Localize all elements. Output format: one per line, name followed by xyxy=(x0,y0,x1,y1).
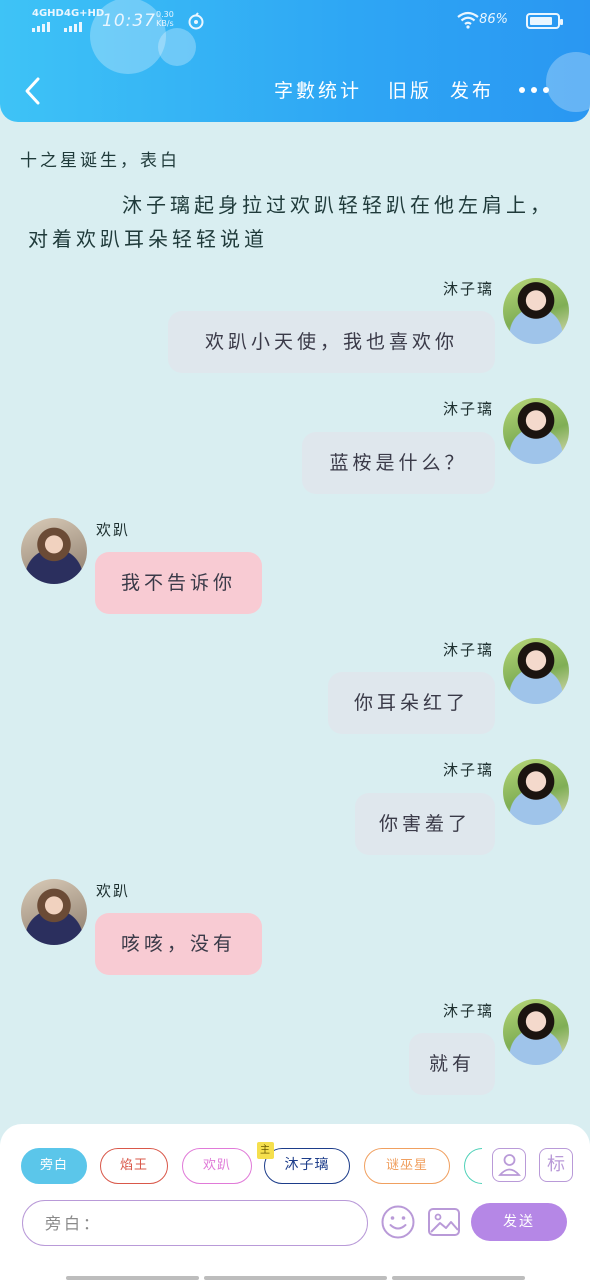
net-speed-value: 0.30 xyxy=(156,10,174,19)
sender-name: 沐子璃 xyxy=(442,280,494,298)
signal-label-2: 4G+HD xyxy=(64,8,105,19)
mark-button[interactable]: 标 xyxy=(539,1148,573,1182)
net-speed: 0.30 KB/s xyxy=(156,10,174,28)
emoji-button[interactable] xyxy=(380,1204,416,1240)
avatar[interactable] xyxy=(503,278,569,344)
top-bar: 4GHD 4G+HD 10:37 0.30 KB/s 86% 字數统计 旧版 发… xyxy=(0,0,590,122)
role-chip-label: 欢趴 xyxy=(202,1158,231,1173)
battery-fill xyxy=(530,17,552,25)
role-chip-label: 焰王 xyxy=(119,1158,148,1173)
role-chip[interactable]: 主 沐子璃 xyxy=(257,1142,350,1184)
image-icon xyxy=(428,1208,460,1236)
signal-bars-2-icon xyxy=(64,22,82,32)
avatar[interactable] xyxy=(21,879,87,945)
sender-name: 沐子璃 xyxy=(442,1002,494,1020)
avatar[interactable] xyxy=(503,398,569,464)
message-bubble[interactable]: 蓝桉是什么？ xyxy=(302,432,495,494)
net-speed-unit: KB/s xyxy=(156,19,174,28)
role-chip[interactable]: 欢趴 xyxy=(182,1148,252,1184)
message-bubble[interactable]: 我不告诉你 xyxy=(95,552,262,614)
role-chip-label: 谜巫星 xyxy=(385,1158,428,1173)
wifi-icon xyxy=(457,11,479,29)
more-menu-button[interactable] xyxy=(517,80,551,100)
role-chip[interactable]: 旁白 xyxy=(21,1148,87,1184)
message-bubble[interactable]: 你耳朵红了 xyxy=(328,672,495,734)
netease-music-icon xyxy=(188,12,204,30)
battery-percent: 86% xyxy=(479,12,508,27)
signal-bars-1-icon xyxy=(32,22,50,32)
role-chip-label: 旁白 xyxy=(39,1158,68,1173)
sender-name: 沐子璃 xyxy=(442,641,494,659)
nav-bar-segment xyxy=(204,1276,387,1280)
story-title: 十之星诞生，表白 xyxy=(20,151,180,171)
sender-name: 欢趴 xyxy=(96,521,131,539)
message-bubble[interactable]: 欢趴小天使，我也喜欢你 xyxy=(168,311,495,373)
sender-name: 欢趴 xyxy=(96,882,131,900)
avatar[interactable] xyxy=(503,638,569,704)
decor-bubble xyxy=(546,52,590,112)
sender-name: 沐子璃 xyxy=(442,761,494,779)
nav-bar-segment xyxy=(66,1276,199,1280)
input-panel: 旁白 焰王 欢趴 主 沐子璃 谜巫星 标 发送 xyxy=(0,1124,590,1280)
message-bubble[interactable]: 你害羞了 xyxy=(355,793,495,855)
send-button[interactable]: 发送 xyxy=(471,1203,567,1241)
status-bar: 4GHD 4G+HD 10:37 0.30 KB/s 86% xyxy=(32,8,563,36)
narration-text: 沐子璃起身拉过欢趴轻轻趴在他左肩上，对着欢趴耳朵轻轻说道 xyxy=(28,193,554,251)
smiley-icon xyxy=(381,1205,415,1239)
image-button[interactable] xyxy=(426,1204,462,1240)
message-bubble[interactable]: 就有 xyxy=(409,1033,495,1095)
role-chip-partial[interactable] xyxy=(464,1148,482,1184)
avatar[interactable] xyxy=(503,999,569,1065)
battery-icon xyxy=(526,13,563,29)
old-version-button[interactable]: 旧版 xyxy=(388,76,432,103)
person-icon xyxy=(497,1154,521,1176)
message-bubble[interactable]: 咳咳，没有 xyxy=(95,913,262,975)
word-count-button[interactable]: 字數统计 xyxy=(274,76,362,103)
avatar[interactable] xyxy=(503,759,569,825)
sender-name: 沐子璃 xyxy=(442,400,494,418)
avatar[interactable] xyxy=(21,518,87,584)
main-role-badge: 主 xyxy=(257,1142,274,1159)
dialogue-input[interactable] xyxy=(22,1200,368,1246)
role-chip[interactable]: 谜巫星 xyxy=(364,1148,450,1184)
role-chip[interactable]: 焰王 xyxy=(100,1148,168,1184)
signal-label-1: 4GHD xyxy=(32,8,64,19)
nav-bar-segment xyxy=(392,1276,525,1280)
chevron-left-icon xyxy=(25,77,40,105)
back-button[interactable] xyxy=(20,74,50,108)
publish-button[interactable]: 发布 xyxy=(450,76,494,103)
role-chip-label: 沐子璃 xyxy=(284,1157,330,1173)
clock: 10:37 xyxy=(102,11,156,31)
add-role-button[interactable] xyxy=(492,1148,526,1182)
